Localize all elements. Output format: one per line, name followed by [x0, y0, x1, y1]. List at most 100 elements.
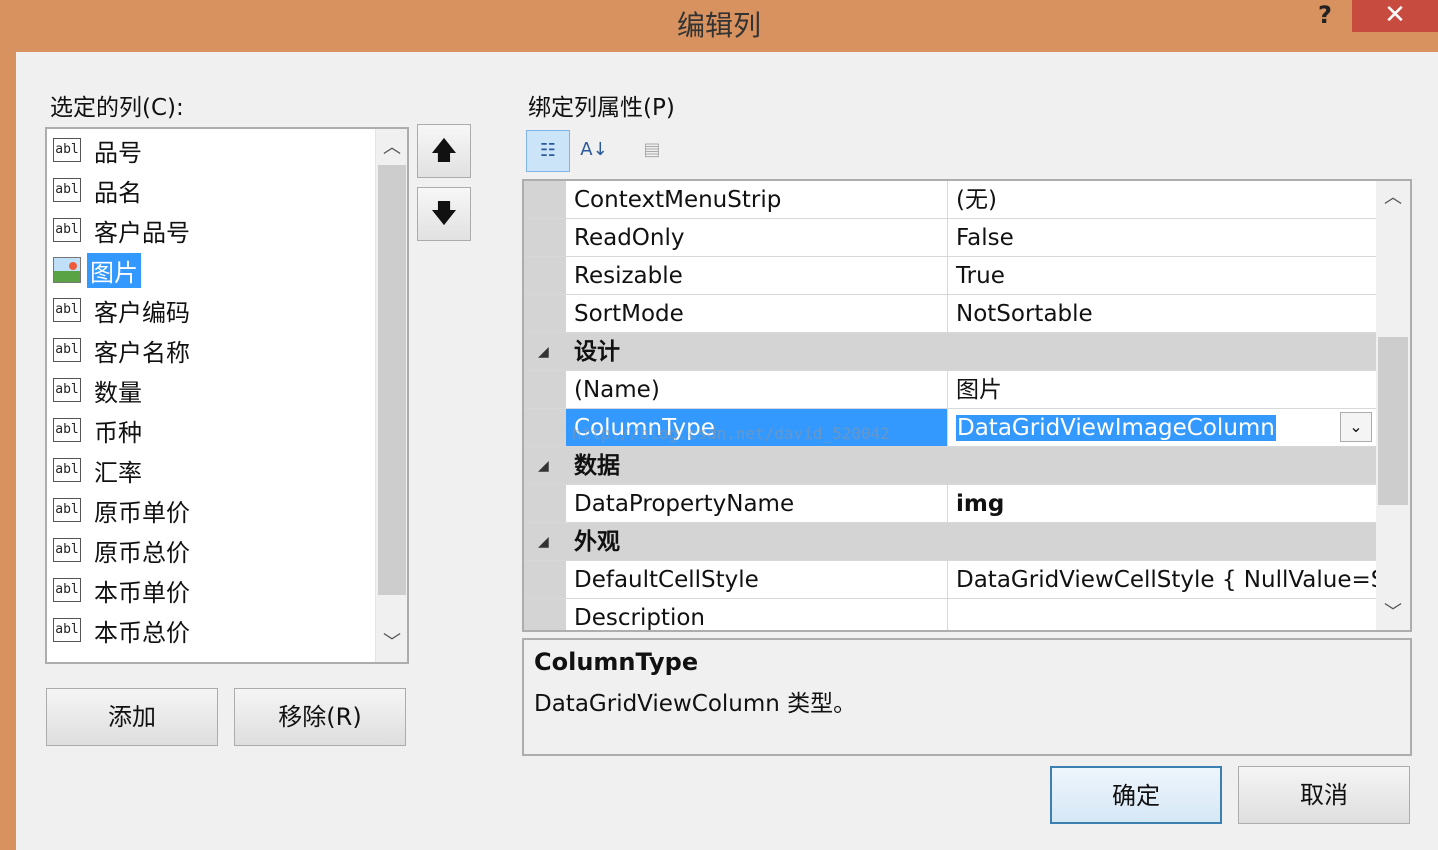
- property-name: SortMode: [566, 295, 948, 332]
- list-item[interactable]: abl 客户名称: [53, 333, 193, 367]
- property-row[interactable]: ReadOnly False: [524, 219, 1376, 257]
- property-row[interactable]: Resizable True: [524, 257, 1376, 295]
- help-button[interactable]: ?: [1300, 0, 1350, 34]
- abl-text-icon: abl: [53, 418, 81, 442]
- selected-columns-label: 选定的列(C):: [50, 95, 184, 121]
- property-name: ReadOnly: [566, 219, 948, 256]
- row-gutter: [524, 295, 566, 332]
- list-item[interactable]: 图片: [53, 252, 141, 288]
- list-scrollbar[interactable]: ︿ ﹀: [375, 129, 407, 662]
- scroll-down-arrow-icon[interactable]: ﹀: [376, 628, 407, 658]
- property-value[interactable]: 图片: [948, 371, 1376, 408]
- property-grid[interactable]: ︿ ﹀ ContextMenuStrip (无) ReadOnly False Resi…: [522, 179, 1412, 632]
- selected-columns-list[interactable]: ︿ ﹀ abl 品号 abl 品名 abl 客户品号 图片 abl 客户编码 abl 客户名称 abl…: [45, 127, 409, 664]
- bound-column-properties-label: 绑定列属性(P): [528, 95, 675, 121]
- property-value-text: True: [956, 263, 1005, 289]
- list-item[interactable]: abl 品号: [53, 133, 145, 167]
- property-value-text: DataGridViewImageColumn: [956, 415, 1276, 441]
- property-row[interactable]: ContextMenuStrip (无): [524, 181, 1376, 219]
- close-button[interactable]: ✕: [1352, 0, 1438, 32]
- property-value[interactable]: DataGridViewCellStyle { NullValue=S: [948, 561, 1376, 598]
- list-item[interactable]: abl 客户编码: [53, 293, 193, 327]
- property-name: DataPropertyName: [566, 485, 948, 522]
- property-name: 外观: [574, 529, 620, 555]
- list-item-label: 品名: [94, 178, 142, 207]
- property-value[interactable]: NotSortable: [948, 295, 1376, 332]
- property-value-text: img: [956, 491, 1005, 517]
- remove-button[interactable]: 移除(R): [234, 688, 406, 746]
- alphabetical-sort-icon[interactable]: A↓: [572, 130, 616, 172]
- property-row[interactable]: (Name) 图片: [524, 371, 1376, 409]
- property-value[interactable]: False: [948, 219, 1376, 256]
- property-name: Resizable: [566, 257, 948, 294]
- collapse-triangle-icon[interactable]: ◢: [538, 523, 549, 561]
- pg-scroll-thumb[interactable]: [1378, 337, 1408, 505]
- property-value[interactable]: DataGridViewImageColumn ⌄: [948, 409, 1376, 446]
- property-row[interactable]: DataPropertyName img: [524, 485, 1376, 523]
- pg-scroll-down-arrow-icon[interactable]: ﹀: [1376, 598, 1410, 628]
- list-item[interactable]: abl 原币总价: [53, 533, 193, 567]
- move-up-button[interactable]: 🡅: [417, 124, 471, 178]
- property-name: (Name): [566, 371, 948, 408]
- list-item[interactable]: abl 本币单价: [53, 573, 193, 607]
- list-item-label: 数量: [94, 378, 142, 407]
- property-row[interactable]: Description: [524, 599, 1376, 630]
- property-row[interactable]: ColumnType DataGridViewImageColumn ⌄: [524, 409, 1376, 447]
- property-row[interactable]: DefaultCellStyle DataGridViewCellStyle { …: [524, 561, 1376, 599]
- row-gutter: [524, 219, 566, 256]
- list-item-label: 本币总价: [94, 618, 190, 647]
- property-name: 数据: [574, 453, 620, 479]
- list-item[interactable]: abl 数量: [53, 373, 145, 407]
- property-value[interactable]: img: [948, 485, 1376, 522]
- collapse-triangle-icon[interactable]: ◢: [538, 333, 549, 371]
- property-grid-scrollbar[interactable]: ︿ ﹀: [1376, 181, 1410, 630]
- abl-text-icon: abl: [53, 618, 81, 642]
- property-category[interactable]: ◢ 数据: [524, 447, 1376, 485]
- collapse-triangle-icon[interactable]: ◢: [538, 447, 549, 485]
- abl-text-icon: abl: [53, 178, 81, 202]
- property-pages-icon[interactable]: ▤: [630, 130, 674, 172]
- window-title: 编辑列: [676, 9, 761, 42]
- move-down-button[interactable]: 🡇: [417, 187, 471, 241]
- property-category[interactable]: ◢ 设计: [524, 333, 1376, 371]
- scroll-up-arrow-icon[interactable]: ︿: [376, 133, 407, 163]
- list-scroll-thumb[interactable]: [378, 165, 406, 595]
- property-row[interactable]: SortMode NotSortable: [524, 295, 1376, 333]
- row-gutter: [524, 561, 566, 598]
- list-item[interactable]: abl 客户品号: [53, 213, 193, 247]
- property-name: ColumnType: [566, 409, 948, 446]
- abl-text-icon: abl: [53, 538, 81, 562]
- list-item[interactable]: abl 品名: [53, 173, 145, 207]
- row-gutter: [524, 485, 566, 522]
- row-gutter: [524, 257, 566, 294]
- property-value[interactable]: (无): [948, 181, 1376, 218]
- property-name: ContextMenuStrip: [566, 181, 948, 218]
- pg-scroll-up-arrow-icon[interactable]: ︿: [1376, 183, 1410, 213]
- property-value-text: DataGridViewCellStyle { NullValue=S: [956, 567, 1376, 593]
- property-value-text: 图片: [956, 377, 1002, 403]
- cancel-button[interactable]: 取消: [1238, 766, 1410, 824]
- list-item[interactable]: abl 汇率: [53, 453, 145, 487]
- property-value[interactable]: True: [948, 257, 1376, 294]
- list-item[interactable]: abl 本币总价: [53, 613, 193, 647]
- list-item-label: 客户编码: [94, 298, 190, 327]
- property-name: DefaultCellStyle: [566, 561, 948, 598]
- dropdown-chevron-icon[interactable]: ⌄: [1340, 412, 1372, 442]
- list-item-label: 品号: [94, 138, 142, 167]
- add-button[interactable]: 添加: [46, 688, 218, 746]
- list-item[interactable]: abl 币种: [53, 413, 145, 447]
- list-item[interactable]: abl 原币单价: [53, 493, 193, 527]
- title-bar: 编辑列 ? ✕: [0, 0, 1438, 52]
- list-item-label: 客户名称: [94, 338, 190, 367]
- abl-text-icon: abl: [53, 138, 81, 162]
- property-category[interactable]: ◢ 外观: [524, 523, 1376, 561]
- property-name: Description: [566, 599, 948, 630]
- categorized-view-icon[interactable]: ☷: [526, 130, 570, 172]
- property-value[interactable]: [948, 599, 1376, 630]
- list-item-label: 原币单价: [94, 498, 190, 527]
- abl-text-icon: abl: [53, 578, 81, 602]
- list-item-label: 币种: [94, 418, 142, 447]
- list-item-label: 汇率: [94, 458, 142, 487]
- ok-button[interactable]: 确定: [1050, 766, 1222, 824]
- row-gutter: [524, 371, 566, 408]
